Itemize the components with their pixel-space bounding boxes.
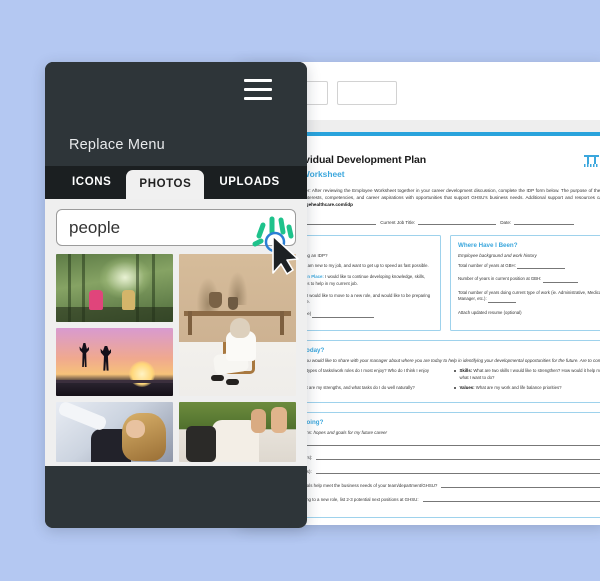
today-bullet: Values: What are my work and life balanc… bbox=[453, 385, 600, 392]
editor-footer-bar-secondary bbox=[45, 482, 292, 528]
years-at-gbh-rule[interactable] bbox=[517, 264, 565, 270]
goal-line-business-needs[interactable]: How might these goals help meet the busi… bbox=[268, 482, 600, 488]
editor-tabs: ICONS PHOTOS UPLOADS bbox=[45, 166, 307, 199]
page-subtitle: Employee Worksheet bbox=[260, 168, 345, 179]
feet-on-grass-photo[interactable] bbox=[179, 402, 296, 462]
goal-line-short-term[interactable]: Short-term (1-2 years): bbox=[268, 454, 600, 460]
today-bullets-right: Skills: What are two skills I would like… bbox=[453, 368, 600, 395]
goal-rule[interactable] bbox=[316, 454, 600, 460]
replace-menu-panel: Replace Menu ICONS PHOTOS UPLOADS bbox=[45, 62, 307, 528]
where-have-i-been-title: Where Have I Been? bbox=[458, 241, 518, 249]
goal-rule[interactable] bbox=[441, 482, 600, 488]
replace-menu-title: Replace Menu bbox=[69, 137, 165, 153]
where-am-i-today-intro: Think about what you would like to share… bbox=[268, 358, 600, 363]
where-have-i-been-subtitle: Employee background and work history bbox=[458, 252, 537, 258]
goal-rule[interactable] bbox=[315, 468, 600, 474]
years-type-of-work-rule[interactable] bbox=[487, 298, 516, 303]
date-label: Date: bbox=[500, 219, 512, 225]
years-current-position-item: Number of years in current position at G… bbox=[458, 276, 600, 283]
tab-photos[interactable]: PHOTOS bbox=[126, 170, 205, 199]
years-current-position-rule[interactable] bbox=[542, 278, 578, 283]
job-title-label: Current Job Title: bbox=[380, 219, 416, 225]
attach-resume-label: Attach updated resume (optional) bbox=[458, 309, 522, 315]
page-title: GBH Individual Development Plan bbox=[260, 154, 427, 166]
job-title-field[interactable]: Current Job Title: bbox=[380, 218, 497, 225]
intro-text: Employee and Manager: After reviewing th… bbox=[260, 187, 600, 200]
years-type-of-work-item: Total number of years doing current type… bbox=[458, 290, 600, 303]
date-field[interactable]: Date: bbox=[500, 218, 575, 225]
today-bullet-tag: Values: bbox=[459, 384, 475, 390]
years-current-position-label: Number of years in current position at G… bbox=[458, 276, 542, 282]
woman-on-chair-photo[interactable] bbox=[179, 254, 296, 396]
hamburger-icon[interactable] bbox=[244, 79, 272, 101]
job-title-rule[interactable] bbox=[418, 218, 497, 225]
greenbridge-logo: GREENBRIDGE HEALTHCARE bbox=[584, 154, 600, 167]
where-am-i-today-panel: Where am I Today? Think about what you w… bbox=[260, 340, 600, 403]
today-bullet: Skills: What are two skills I would like… bbox=[453, 368, 600, 381]
where-am-i-going-title: Where am I going? bbox=[268, 418, 324, 426]
where-am-i-going-panel: Where am I going? My career aspirations:… bbox=[260, 411, 600, 518]
purpose-other-rule[interactable] bbox=[312, 313, 375, 318]
sunset-jump-silhouette-photo[interactable] bbox=[56, 328, 173, 396]
today-bullet-text: What are two skills I would like to stre… bbox=[459, 368, 600, 380]
goal-rule[interactable] bbox=[293, 440, 600, 446]
today-bullets: Interests: What types of tasks/work role… bbox=[268, 368, 600, 395]
goal-line-long-term[interactable]: Long-term (3-5 years): bbox=[268, 468, 600, 474]
attach-resume-item: Attach updated resume (optional) bbox=[458, 310, 600, 316]
where-am-i-going-subtitle: My career aspirations: hopes and goals f… bbox=[268, 429, 388, 435]
search-wrapper bbox=[56, 209, 296, 246]
years-at-gbh-item: Total number of years at GBH: bbox=[458, 262, 600, 270]
goal-line-immediate[interactable]: Immediate: bbox=[268, 440, 600, 446]
search-input[interactable] bbox=[56, 209, 296, 246]
document-intro: Employee and Manager: After reviewing th… bbox=[260, 187, 600, 209]
today-bullet-text: What are my strengths, and what tasks do… bbox=[297, 384, 415, 390]
document-field-row: Employee Name: Current Job Title: Date: bbox=[260, 218, 600, 225]
replace-menu-subpanel: Replace Menu bbox=[45, 123, 307, 166]
today-bullet-text: What are my work and life balance priori… bbox=[475, 384, 562, 390]
editor-header bbox=[45, 62, 307, 123]
goal-line-next-positions[interactable]: If interested in moving to a new role, l… bbox=[268, 496, 600, 502]
tab-icons[interactable]: ICONS bbox=[59, 166, 124, 199]
document-header: GBH Individual Development Plan Employee… bbox=[260, 154, 600, 179]
years-at-gbh-label: Total number of years at GBH: bbox=[458, 262, 516, 268]
bride-hair-photo[interactable] bbox=[56, 402, 173, 462]
where-am-i-today-title: Where am I Today? bbox=[268, 347, 325, 354]
today-bullet-tag: Skills: bbox=[459, 368, 473, 373]
tab-uploads[interactable]: UPLOADS bbox=[206, 166, 292, 199]
section-row-top: Purpose: Why am I completing an IDP? New… bbox=[260, 234, 600, 331]
two-women-forest-photo[interactable] bbox=[56, 254, 173, 322]
date-rule[interactable] bbox=[514, 218, 575, 225]
purpose-option-desc: I am new to my job, and want to get up t… bbox=[305, 262, 429, 268]
years-type-of-work-label: Total number of years doing current type… bbox=[458, 289, 600, 302]
employee-name-rule[interactable] bbox=[298, 218, 377, 225]
goal-rule[interactable] bbox=[422, 496, 600, 502]
bridge-icon bbox=[584, 154, 600, 167]
where-have-i-been-panel: Where Have I Been? Employee background a… bbox=[450, 234, 600, 331]
toolbar-placeholder-2[interactable] bbox=[337, 81, 397, 105]
